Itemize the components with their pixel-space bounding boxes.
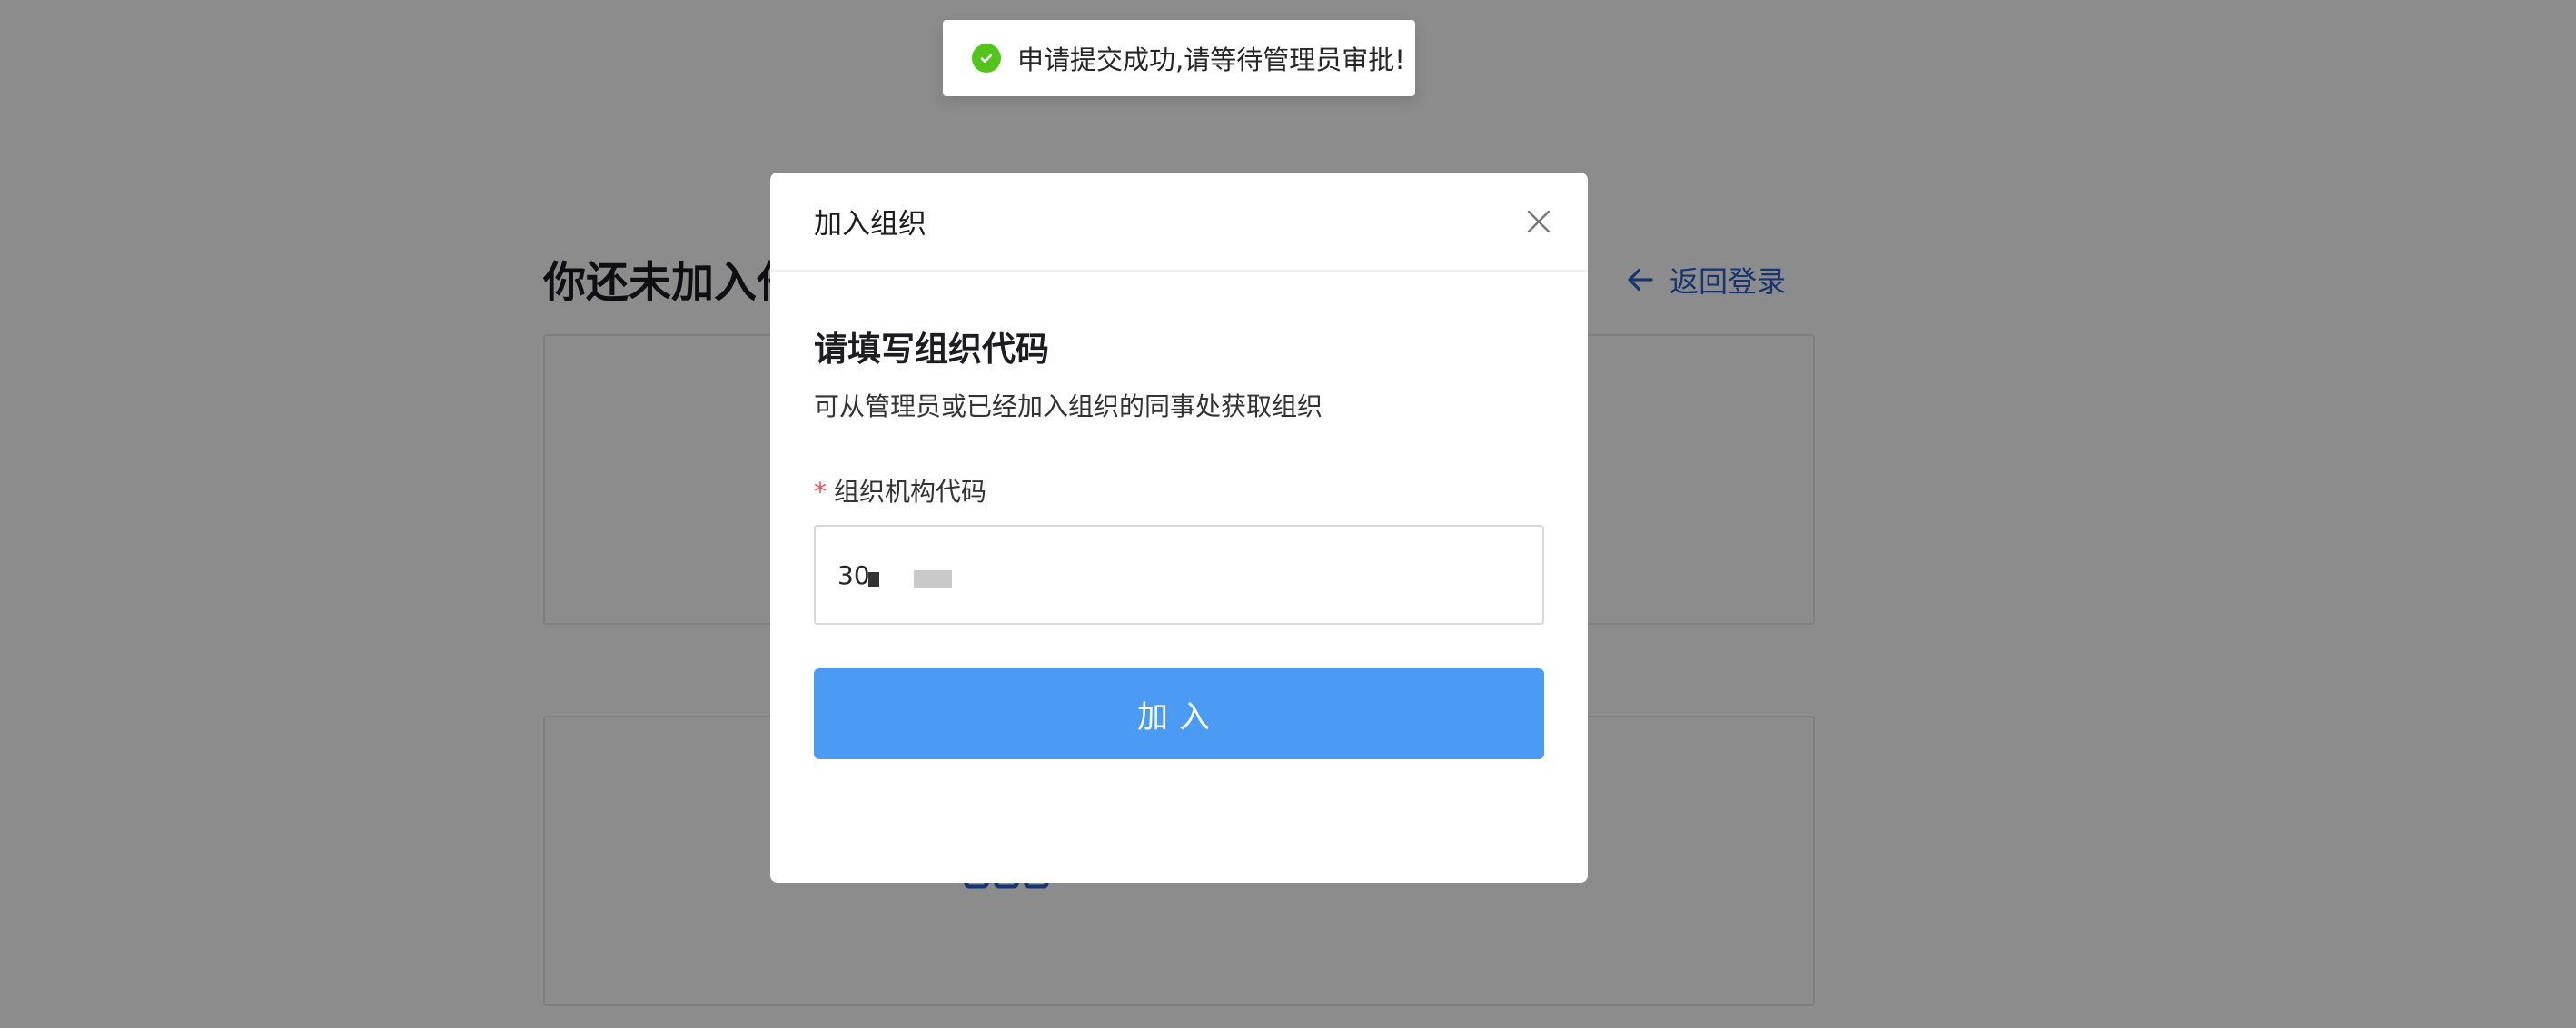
section-title: 请填写组织代码 [814,330,1049,369]
join-organization-modal: 加入组织 请填写组织代码 可从管理员或已经加入组织的同事处获取组织 * 组织机构代… [770,173,1588,883]
join-button[interactable]: 加入 [814,668,1544,759]
page: 你还未加入任何组织 返回登录 申请提交成功,请等待管理员审批! 加入组织 请填写… [0,0,2576,1028]
org-code-label: * 组织机构代码 [814,472,986,509]
modal-header: 加入组织 [770,173,1588,272]
modal-title: 加入组织 [814,208,926,241]
check-circle-icon [972,44,1001,73]
toast-message: 申请提交成功,请等待管理员审批! [1017,44,1405,75]
section-description: 可从管理员或已经加入组织的同事处获取组织 [814,391,1323,421]
redaction-mark [868,572,879,587]
redaction-mark [914,570,952,588]
close-icon[interactable] [1524,207,1553,236]
org-code-label-text: 组织机构代码 [834,477,987,507]
success-toast: 申请提交成功,请等待管理员审批! [943,20,1415,96]
required-mark: * [814,477,827,507]
